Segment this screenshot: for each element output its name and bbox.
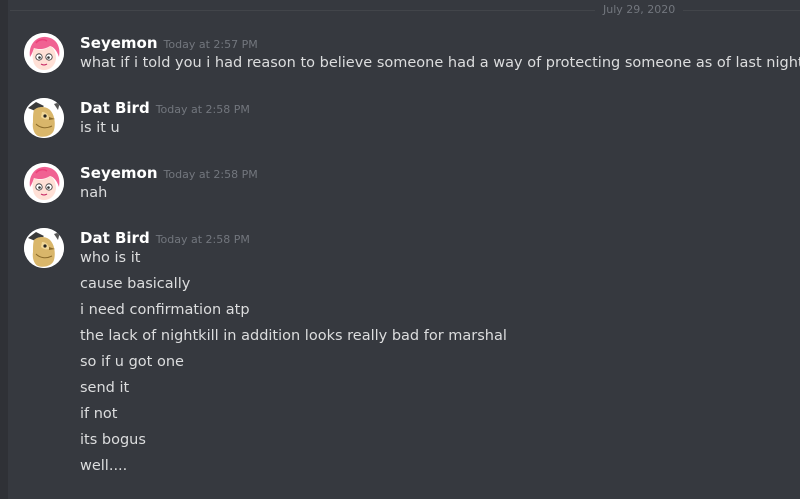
message-text: is it u [80, 120, 120, 136]
date-divider-label: July 29, 2020 [595, 3, 684, 17]
channel-sidebar-edge [0, 0, 8, 499]
timestamp: Today at 2:58 PM [163, 168, 258, 181]
chat-messages-pane: July 29, 2020 Seyemon Today at 2:57 PM wh… [0, 0, 800, 499]
message-text: so if u got one [80, 354, 184, 370]
avatar-seyemon[interactable] [24, 163, 64, 203]
message-text: well.... [80, 458, 128, 474]
username[interactable]: Dat Bird [80, 229, 150, 247]
bird-avatar-icon [24, 98, 64, 138]
message-text: its bogus [80, 432, 146, 448]
message-text: cause basically [80, 276, 191, 292]
message-header: Dat Bird Today at 2:58 PM [80, 228, 250, 247]
message-text: what if i told you i had reason to belie… [80, 55, 800, 71]
pink-hair-character-avatar-icon [24, 33, 64, 73]
pink-hair-character-avatar-icon [24, 163, 64, 203]
message-header: Seyemon Today at 2:57 PM [80, 33, 258, 52]
message-text: nah [80, 185, 108, 201]
bird-avatar-icon [24, 228, 64, 268]
message-header: Dat Bird Today at 2:58 PM [80, 98, 250, 117]
username[interactable]: Dat Bird [80, 99, 150, 117]
message-text: if not [80, 406, 118, 422]
message-text: who is it [80, 250, 141, 266]
username[interactable]: Seyemon [80, 34, 158, 52]
timestamp: Today at 2:57 PM [163, 38, 258, 51]
timestamp: Today at 2:58 PM [155, 233, 250, 246]
avatar-dat-bird[interactable] [24, 228, 64, 268]
message-text: the lack of nightkill in addition looks … [80, 328, 507, 344]
timestamp: Today at 2:58 PM [155, 103, 250, 116]
avatar-seyemon[interactable] [24, 33, 64, 73]
date-divider: July 29, 2020 [10, 0, 800, 20]
message-text: i need confirmation atp [80, 302, 250, 318]
message-header: Seyemon Today at 2:58 PM [80, 163, 258, 182]
avatar-dat-bird[interactable] [24, 98, 64, 138]
username[interactable]: Seyemon [80, 164, 158, 182]
message-text: send it [80, 380, 130, 396]
